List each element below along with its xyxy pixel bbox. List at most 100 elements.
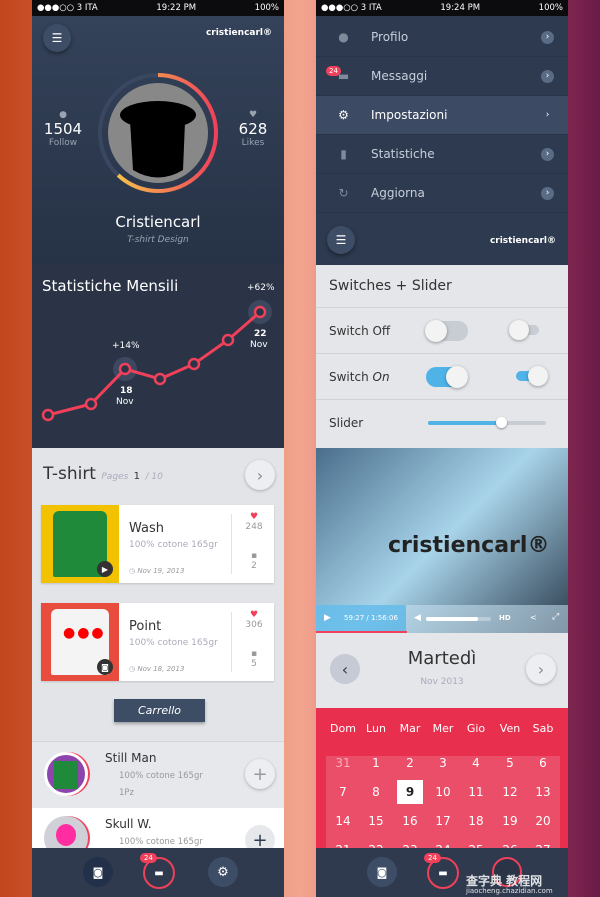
calendar-day-cell[interactable]: 31 [326,756,360,770]
hd-button[interactable]: HD [499,614,511,622]
menu-button[interactable]: ☰ [327,226,355,254]
chart-point[interactable] [187,357,201,371]
item-thumbnail [44,752,88,796]
badge: 24 [140,853,157,863]
bottom-nav: ◙ ▬ 24 查字典 教程网 jiaocheng.chazidian.com [316,848,568,897]
left-phone: ●●●○○ 3 ITA 19:22 PM 100% ☰ cristiencarl… [32,0,284,897]
heart-icon: ♥ [248,110,258,120]
mini-switch-off[interactable] [509,320,539,340]
messages-icon: ▬ [337,69,350,83]
menu-item-statistiche[interactable]: ▮ Statistiche › [316,135,568,174]
tshirt-card[interactable]: ●●● ◙ Point 100% cotone 165gr ◷ Nov 18, 2… [41,603,274,681]
menu-button[interactable]: ☰ [43,24,71,52]
likes-stat: ♥ 628 Likes [222,110,284,148]
calendar-header: ‹ Martedì Nov 2013 › [316,633,568,708]
slider-handle[interactable] [496,417,508,428]
profile-section: ☰ cristiencarl® ● 1504 Follow ♥ 628 Like… [32,16,284,265]
logo: cristiencarl® [489,236,556,246]
calendar-day-cell[interactable]: 20 [526,814,560,828]
camera-icon[interactable]: ◙ [97,659,113,675]
calendar-day-cell[interactable]: 2 [393,756,427,770]
calendar-day-cell[interactable]: 14 [326,814,360,828]
calendar-day-cell[interactable]: 3 [426,756,460,770]
weekday-label: Lun [366,722,386,735]
calendar-day-cell[interactable]: 12 [493,785,527,799]
chevron-right-icon: › [541,30,554,44]
cart-button[interactable]: Carrello [114,699,205,722]
chart-point[interactable] [153,372,167,386]
video-player[interactable]: cristiencarl® ▶ 59:27 / 1:56:06 ◀ HD < ⤢ [316,448,568,633]
chart-point[interactable] [253,305,267,319]
side-menu: ● Profilo › ▬ Messaggi › 24 ⚙ Impostazioni › ▮… [316,16,568,265]
right-phone: ●●●○○ 3 ITA 19:24 PM 100% ● Profilo › ▬ Mes… [316,0,568,897]
calendar-day-cell[interactable]: 17 [426,814,460,828]
volume-icon[interactable]: ◀ [414,613,421,623]
heart-icon: ♥ [249,610,259,620]
refresh-icon: ↻ [338,186,349,200]
tshirt-title: T-shirt Pages 1 / 10 [43,464,163,484]
chart-point[interactable] [84,397,98,411]
settings-tab[interactable]: ⚙ [208,857,238,887]
stat-label-1: +14% [112,341,140,351]
camera-icon: ◙ [376,865,388,879]
menu-item-messaggi[interactable]: ▬ Messaggi › 24 [316,57,568,96]
gear-icon: ⚙ [338,108,349,122]
play-icon[interactable]: ▶ [97,561,113,577]
calendar-day-cell[interactable]: 16 [393,814,427,828]
bottom-nav: ◙ ▬ 24 ⚙ [32,848,284,897]
calendar-day-cell[interactable]: 18 [459,814,493,828]
calendar-day-cell[interactable]: 13 [526,785,560,799]
chevron-right-icon: › [256,465,264,485]
play-icon[interactable]: ▶ [324,613,331,623]
switch-on-toggle[interactable] [426,366,468,388]
tshirt-card[interactable]: ▶ Wash 100% cotone 165gr ◷ Nov 19, 2013 … [41,505,274,583]
camera-tab[interactable]: ◙ [367,857,397,887]
comments-icon: ▪ [250,649,258,659]
tshirt-image: ▶ [41,505,119,583]
follow-stat: ● 1504 Follow [32,110,94,148]
fullscreen-icon[interactable]: ⤢ [552,612,559,622]
cart-item: Skull W. 100% cotone 165gr + [32,808,284,860]
calendar-day-cell[interactable]: 9 [397,780,423,804]
bar-chart-icon: ▮ [340,147,347,161]
slider[interactable] [428,417,546,428]
weekday-label: Ven [499,722,521,735]
next-page-button[interactable]: › [245,460,275,490]
switch-off-toggle[interactable] [425,320,468,342]
avatar-ring [98,73,218,193]
next-month-button[interactable]: › [526,654,556,684]
chart-point[interactable] [118,362,132,376]
calendar-day-cell[interactable]: 15 [359,814,393,828]
chart-point[interactable] [41,408,55,422]
calendar-day-cell[interactable]: 10 [426,785,460,799]
calendar-day-cell[interactable]: 5 [493,756,527,770]
switch-on-row: Switch On [316,354,568,400]
tshirt-section: T-shirt Pages 1 / 10 › ▶ Wash 100% coton… [32,448,284,740]
video-watermark: cristiencarl® [388,533,550,558]
menu-item-profilo[interactable]: ● Profilo › [316,18,568,57]
weekday-label: Gio [466,722,486,735]
video-controls: ▶ 59:27 / 1:56:06 ◀ HD < ⤢ [316,605,568,633]
calendar-day-cell[interactable]: 19 [493,814,527,828]
camera-tab[interactable]: ◙ [83,857,113,887]
badge: 24 [424,853,441,863]
menu-item-aggiorna[interactable]: ↻ Aggiorna › [316,174,568,213]
menu-item-impostazioni[interactable]: ⚙ Impostazioni › [316,96,568,135]
chart-line [47,310,261,417]
weekday-label: Mer [432,722,454,735]
switches-title: Switches + Slider [316,265,568,308]
calendar-day-cell[interactable]: 6 [526,756,560,770]
chart-point[interactable] [221,333,235,347]
volume-slider[interactable] [426,617,491,621]
calendar-day-cell[interactable]: 1 [359,756,393,770]
video-time: 59:27 / 1:56:06 [344,614,398,622]
calendar-day-cell[interactable]: 4 [459,756,493,770]
calendar-day-cell[interactable]: 7 [326,785,360,799]
share-icon[interactable]: < [530,613,537,622]
calendar-day-cell[interactable]: 8 [359,785,393,799]
add-button[interactable]: + [245,759,275,789]
mini-switch-on[interactable] [516,366,548,386]
switches-section: Switches + Slider Switch Off Switch On S… [316,265,568,448]
hamburger-icon: ☰ [335,233,347,247]
calendar-day-cell[interactable]: 11 [459,785,493,799]
